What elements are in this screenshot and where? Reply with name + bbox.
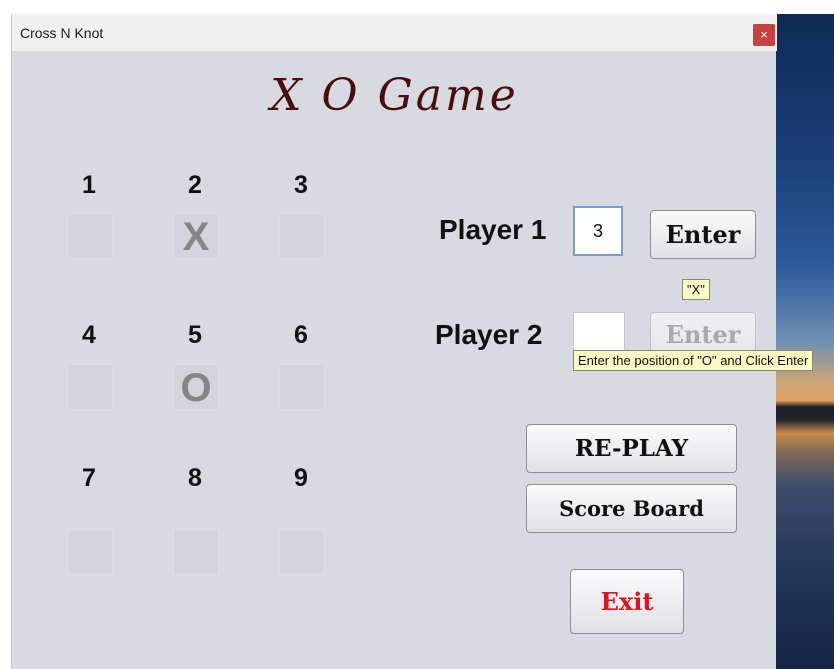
desktop-wallpaper: [776, 14, 834, 669]
board-cell-9[interactable]: [279, 529, 325, 575]
replay-button[interactable]: RE-PLAY: [526, 424, 737, 473]
window-title: Cross N Knot: [20, 25, 104, 41]
board-cell-7[interactable]: [67, 529, 113, 575]
board-cell-4[interactable]: [67, 364, 113, 410]
game-title: X O Game: [270, 70, 519, 121]
player1-label: Player 1: [439, 214, 547, 245]
app-window: Cross N Knot × X O Game 1 2 3 X 4 5 6 O …: [11, 14, 814, 669]
board-cell-8[interactable]: [173, 529, 219, 575]
score-board-button[interactable]: Score Board: [526, 484, 737, 533]
cell-number-2: 2: [188, 171, 202, 199]
board-cell-3[interactable]: [279, 213, 325, 259]
board-cell-5[interactable]: O: [173, 364, 219, 410]
player1-mark-hint: "X": [682, 279, 710, 300]
board-cell-2[interactable]: X: [173, 213, 219, 259]
cell-number-9: 9: [294, 464, 308, 492]
cell-number-4: 4: [82, 321, 96, 349]
exit-button[interactable]: Exit: [570, 569, 684, 634]
player2-tooltip: Enter the position of "O" and Click Ente…: [573, 350, 814, 371]
player1-position-input[interactable]: [573, 206, 623, 256]
cell-number-6: 6: [294, 321, 308, 349]
board-cell-1[interactable]: [67, 213, 113, 259]
cell-number-7: 7: [82, 464, 96, 492]
cell-number-5: 5: [188, 321, 202, 349]
cell-number-3: 3: [294, 171, 308, 199]
cell-number-1: 1: [82, 171, 96, 199]
player2-label: Player 2: [435, 319, 543, 350]
player1-enter-button[interactable]: Enter: [650, 210, 756, 259]
close-button[interactable]: ×: [753, 24, 775, 46]
title-bar: Cross N Knot ×: [12, 14, 777, 51]
cell-number-8: 8: [188, 464, 202, 492]
board-cell-6[interactable]: [279, 364, 325, 410]
